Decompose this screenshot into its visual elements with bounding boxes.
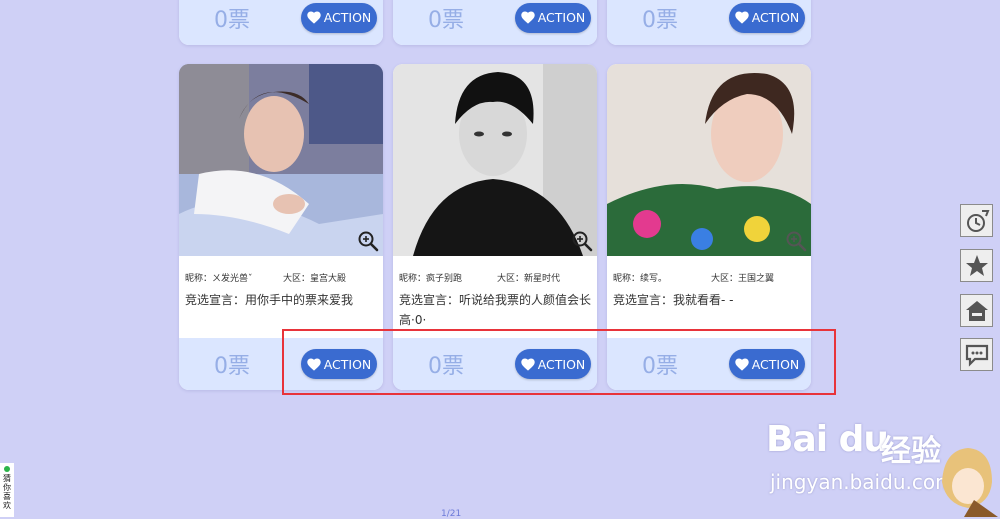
mascot-illustration — [942, 448, 998, 517]
candidate-meta: 昵称：续写。 大区：王国之翼 — [613, 271, 809, 284]
action-button[interactable]: ACTION — [301, 2, 377, 33]
sidebar-item-favorite[interactable] — [960, 249, 993, 282]
candidate-slogan: 竞选宣言：用你手中的票来爱我 — [185, 293, 354, 307]
vote-count: 0票 — [642, 7, 678, 33]
candidate-region: 大区：新星时代 — [497, 274, 561, 284]
action-label: ACTION — [751, 10, 800, 25]
candidate-nickname: 昵称：续写。 — [613, 274, 668, 284]
candidate-photo[interactable] — [607, 64, 811, 256]
highlight-box — [282, 329, 836, 395]
zoom-icon[interactable] — [357, 230, 379, 252]
heart-icon — [520, 11, 535, 24]
candidate-slogan: 竞选宣言：我就看看- - — [613, 293, 734, 307]
action-label: ACTION — [323, 10, 372, 25]
guess-you-like-label: 猜你喜欢 — [3, 474, 11, 510]
candidate-card: 0票 ACTION — [179, 0, 383, 45]
home-icon — [965, 300, 988, 321]
action-button[interactable]: ACTION — [729, 2, 805, 33]
sidebar-item-history[interactable] — [960, 204, 993, 237]
vote-count: 0票 — [214, 7, 250, 33]
vote-bar: 0票 ACTION — [179, 0, 383, 45]
star-icon — [965, 254, 988, 276]
zoom-icon[interactable] — [571, 230, 593, 252]
candidate-region: 大区：王国之翼 — [711, 274, 775, 284]
candidate-meta: 昵称：疯子别跑 大区：新星时代 — [399, 271, 595, 284]
candidate-meta: 昵称：ㄨ发光兽ˇ 大区：皇宫大殿 — [185, 271, 381, 284]
pagination[interactable]: 1/21 — [441, 509, 461, 519]
watermark-cn: 经验 — [881, 434, 941, 469]
action-label: ACTION — [537, 10, 586, 25]
vote-bar: 0票 ACTION — [393, 0, 597, 45]
vote-count: 0票 — [214, 354, 250, 379]
candidate-nickname: 昵称：ㄨ发光兽ˇ — [185, 274, 253, 284]
sidebar-item-home[interactable] — [960, 294, 993, 327]
candidate-photo[interactable] — [393, 64, 597, 256]
candidate-nickname: 昵称：疯子别跑 — [399, 274, 463, 284]
vote-count: 0票 — [428, 7, 464, 33]
heart-icon — [306, 11, 321, 24]
zoom-icon[interactable] — [785, 230, 807, 252]
candidate-card: 0票 ACTION — [393, 0, 597, 45]
watermark-brand: Bai du — [766, 419, 889, 460]
sidebar-item-message[interactable] — [960, 338, 993, 371]
action-button[interactable]: ACTION — [515, 2, 591, 33]
clock-icon — [966, 209, 989, 232]
guess-you-like-widget[interactable]: 猜你喜欢 — [0, 463, 14, 517]
candidate-card: 0票 ACTION — [607, 0, 811, 45]
watermark: Bai du 经验 jingyan.baidu.com — [766, 414, 1000, 517]
candidate-slogan: 竞选宣言：听说给我票的人颜值会长高·0· — [399, 293, 592, 327]
watermark-url: jingyan.baidu.com — [770, 470, 955, 494]
vote-bar: 0票 ACTION — [607, 0, 811, 45]
candidate-photo[interactable] — [179, 64, 383, 256]
status-dot — [4, 466, 10, 472]
heart-icon — [734, 11, 749, 24]
candidate-region: 大区：皇宫大殿 — [283, 274, 347, 284]
chat-icon — [965, 344, 988, 367]
